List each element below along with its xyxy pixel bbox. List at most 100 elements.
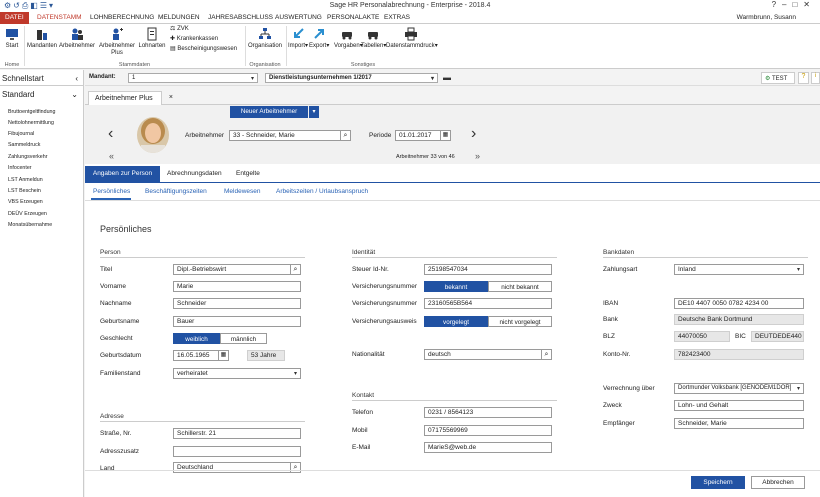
- versicherungsausweis-nicht-vorgelegt-toggle[interactable]: nicht vorgelegt: [488, 316, 552, 327]
- lohnarten-button[interactable]: Lohnarten: [138, 27, 166, 50]
- calendar-icon[interactable]: ▦: [440, 130, 451, 141]
- versicherungsnummer-nicht-bekannt-toggle[interactable]: nicht bekannt: [488, 281, 552, 292]
- sidebar-item-deuev-erzeugen[interactable]: DEÜV Erzeugen: [8, 211, 47, 217]
- zweck-input[interactable]: Lohn- und Gehalt: [674, 400, 804, 411]
- tab-entgelte[interactable]: Entgelte: [236, 170, 260, 177]
- titel-input[interactable]: Dipl.-Betriebswirt: [173, 264, 291, 275]
- sidebar-item-vbs-erzeugen[interactable]: VBS Erzeugen: [8, 199, 43, 205]
- familienstand-select[interactable]: verheiratet: [173, 368, 301, 379]
- vorname-input[interactable]: Marie: [173, 281, 301, 292]
- menu-jahresabschluss[interactable]: JAHRESABSCHLUSS: [208, 14, 273, 21]
- iban-input[interactable]: DE10 4407 0050 0782 4234 00: [674, 298, 804, 309]
- export-button[interactable]: Export▾: [309, 27, 329, 50]
- verrechnung-select[interactable]: Dortmunder Volksbank [GENODEM1DOR]: [674, 383, 804, 394]
- close-icon[interactable]: ×: [169, 94, 173, 101]
- nachname-input[interactable]: Schneider: [173, 298, 301, 309]
- chevron-down-icon[interactable]: ▾: [309, 106, 319, 118]
- subtab-meldewesen[interactable]: Meldewesen: [224, 188, 261, 195]
- arbeitnehmer-input[interactable]: 33 - Schneider, Marie: [229, 130, 341, 141]
- periode-input[interactable]: 01.01.2017: [395, 130, 441, 141]
- folder-icon[interactable]: ▬: [443, 73, 451, 82]
- subtab-beschaeftigungszeiten[interactable]: Beschäftigungszeiten: [145, 188, 207, 195]
- sidebar-schnellstart[interactable]: Schnellstart: [2, 74, 44, 83]
- save-button[interactable]: Speichern: [691, 476, 745, 489]
- menu-datei[interactable]: DATEI: [0, 12, 29, 24]
- test-button[interactable]: ⚙ TEST: [761, 72, 795, 84]
- vorgaben-button[interactable]: Vorgaben▾: [334, 27, 363, 50]
- search-icon[interactable]: ⌕: [541, 349, 552, 360]
- versicherungsausweis-vorgelegt-toggle[interactable]: vorgelegt: [424, 316, 488, 327]
- datenstammdruck-button[interactable]: Datenstammdruck▾: [386, 27, 438, 50]
- menu-datenstamm[interactable]: DATENSTAMM: [37, 14, 82, 21]
- chevron-down-icon[interactable]: ⌄: [71, 90, 78, 99]
- menu-meldungen[interactable]: MELDUNGEN: [158, 14, 200, 21]
- sidebar-item-sammeldruck[interactable]: Sammeldruck: [8, 142, 40, 148]
- cancel-button[interactable]: Abbrechen: [751, 476, 805, 489]
- arbeitnehmer-plus-button[interactable]: Arbeitnehmer Plus: [98, 27, 136, 57]
- land-input[interactable]: Deutschland: [173, 462, 291, 473]
- bescheinigungswesen-button[interactable]: ▤ Bescheinigungswesen: [170, 46, 245, 53]
- next-employee-button[interactable]: ›: [471, 125, 476, 143]
- strasse-value: Schillerstr. 21: [177, 430, 217, 437]
- tabellen-button[interactable]: Tabellen▾: [361, 27, 386, 50]
- geschlecht-maennlich-toggle[interactable]: männlich: [220, 333, 267, 344]
- geburtsname-input[interactable]: Bauer: [173, 316, 301, 327]
- calendar-icon[interactable]: ▦: [218, 350, 229, 361]
- subtab-arbeitszeiten[interactable]: Arbeitszeiten / Urlaubsanspruch: [276, 188, 368, 195]
- steuer-id-input[interactable]: 25198547034: [424, 264, 552, 275]
- sidebar-standard[interactable]: Standard: [2, 90, 34, 99]
- zvk-button[interactable]: ⚖ ZVK: [170, 26, 245, 33]
- info-icon[interactable]: i: [811, 72, 820, 84]
- strasse-input[interactable]: Schillerstr. 21: [173, 428, 301, 439]
- organisation-button[interactable]: Organisation: [247, 27, 283, 50]
- tab-abrechnungsdaten[interactable]: Abrechnungsdaten: [167, 170, 222, 177]
- titel-value: Dipl.-Betriebswirt: [177, 266, 227, 273]
- document-tab-arbeitnehmer-plus[interactable]: Arbeitnehmer Plus ×: [88, 91, 173, 106]
- search-icon[interactable]: ⌕: [340, 130, 351, 141]
- mobil-input[interactable]: 07175569969: [424, 425, 552, 436]
- versicherungsnummer-bekannt-toggle[interactable]: bekannt: [424, 281, 488, 292]
- sidebar-item-lst-anmeldung[interactable]: LST Anmeldun: [8, 177, 43, 183]
- window-controls[interactable]: ?‒□✕: [772, 0, 816, 9]
- sidebar-item-zahlungsverkehr[interactable]: Zahlungsverkehr: [8, 154, 47, 160]
- versicherungsnummer-input[interactable]: 23160565B564: [424, 298, 552, 309]
- previous-employee-button[interactable]: ‹: [108, 125, 113, 143]
- sidebar-item-lst-bescheinigung[interactable]: LST Beschein: [8, 188, 41, 194]
- menu-extras[interactable]: EXTRAS: [384, 14, 410, 21]
- chevron-left-icon[interactable]: ‹: [75, 74, 78, 83]
- start-button[interactable]: Start: [3, 27, 21, 50]
- geburtsdatum-input[interactable]: 16.05.1965: [173, 350, 219, 361]
- menu-auswertung[interactable]: AUSWERTUNG: [275, 14, 322, 21]
- subtab-persoenliches[interactable]: Persönliches: [93, 188, 130, 195]
- zahlungsart-select[interactable]: Inland: [674, 264, 804, 275]
- empfaenger-input[interactable]: Schneider, Marie: [674, 418, 804, 429]
- adresszusatz-input[interactable]: [173, 446, 301, 457]
- nationalitaet-input[interactable]: deutsch: [424, 349, 542, 360]
- import-button[interactable]: Import▾: [288, 27, 308, 50]
- sidebar-item-fibujournal[interactable]: Fibujournal: [8, 131, 34, 137]
- menu-lohnberechnung[interactable]: LOHNBERECHNUNG: [90, 14, 154, 21]
- sidebar-item-infocenter[interactable]: Infocenter: [8, 165, 32, 171]
- search-icon[interactable]: ⌕: [290, 264, 301, 275]
- mandant-number-select[interactable]: 1: [128, 73, 258, 83]
- search-icon[interactable]: ⌕: [290, 462, 301, 473]
- help-icon[interactable]: ?: [798, 72, 809, 84]
- tab-angaben-zur-person[interactable]: Angaben zur Person: [85, 166, 160, 182]
- menu-personalakte[interactable]: PERSONALAKTE: [327, 14, 379, 21]
- sidebar-item-nettolohnermittlung[interactable]: Nettolohnermittlung: [8, 120, 54, 126]
- arbeitnehmer-button[interactable]: Arbeitnehmer: [58, 27, 96, 50]
- sidebar-item-bruttoentgeltfindung[interactable]: Bruttoentgeltfindung: [8, 109, 55, 115]
- user-name[interactable]: Warmbrunn, Susann: [737, 14, 796, 21]
- mandant-name-select[interactable]: Dienstleistungsunternehmen 1/2017: [265, 73, 438, 83]
- telefon-input[interactable]: 0231 / 8564123: [424, 407, 552, 418]
- first-employee-icon[interactable]: «: [109, 151, 114, 161]
- email-input[interactable]: MarieS@web.de: [424, 442, 552, 453]
- last-employee-icon[interactable]: »: [475, 151, 480, 161]
- mandanten-button[interactable]: Mandanten: [27, 27, 57, 50]
- footer-divider: [85, 470, 820, 471]
- new-employee-button[interactable]: Neuer Arbeitnehmer: [230, 106, 308, 118]
- krankenkassen-button[interactable]: ✚ Krankenkassen: [170, 36, 245, 43]
- geschlecht-weiblich-toggle[interactable]: weiblich: [173, 333, 220, 344]
- help-icon[interactable]: ?: [772, 0, 782, 9]
- sidebar-item-monatsuebernahme[interactable]: Monatsübernahme: [8, 222, 52, 228]
